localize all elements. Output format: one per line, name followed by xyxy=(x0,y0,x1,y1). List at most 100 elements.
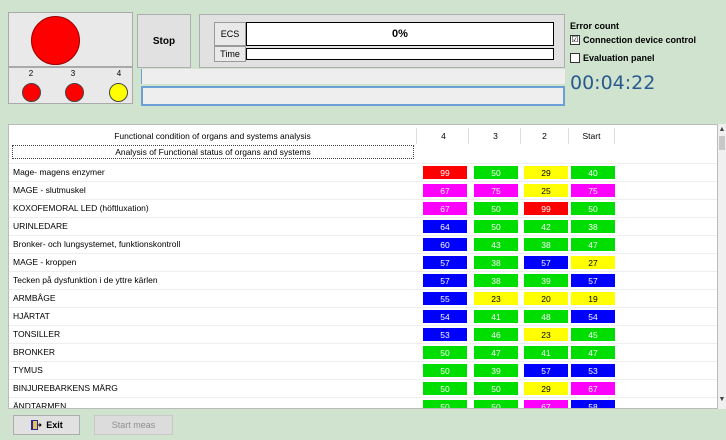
led-label-4: 4 xyxy=(116,69,122,78)
error-count-title: Error count xyxy=(570,21,620,31)
table-row[interactable]: MAGE - slutmuskel 67 75 25 75 xyxy=(9,181,717,199)
value-cell-2: 20 xyxy=(524,292,568,305)
value-cell-start: 57 xyxy=(571,274,615,287)
row-label: MAGE - slutmuskel xyxy=(13,185,86,195)
value-cell-2: 67 xyxy=(524,400,568,408)
value-cell-4: 54 xyxy=(423,310,467,323)
led-2-icon xyxy=(22,83,41,102)
table-title: Functional condition of organs and syste… xyxy=(9,128,417,144)
value-cell-3: 38 xyxy=(474,256,518,269)
scroll-thumb[interactable] xyxy=(719,136,725,150)
value-cell-4: 50 xyxy=(423,382,467,395)
value-cell-start: 38 xyxy=(571,220,615,233)
value-cell-2: 39 xyxy=(524,274,568,287)
value-cell-3: 39 xyxy=(474,364,518,377)
checkbox-unchecked-icon xyxy=(570,53,580,63)
scroll-down-arrow-icon[interactable]: ▼ xyxy=(718,396,726,403)
stop-button[interactable]: Stop xyxy=(137,14,191,68)
value-cell-2: 25 xyxy=(524,184,568,197)
value-cell-2: 29 xyxy=(524,382,568,395)
value-cell-2: 57 xyxy=(524,364,568,377)
analysis-table: Functional condition of organs and syste… xyxy=(8,124,718,409)
table-row[interactable]: Mage- magens enzymer 99 50 29 40 xyxy=(9,163,717,181)
main-status-led-icon xyxy=(31,16,80,65)
row-label: HJÄRTAT xyxy=(13,311,50,321)
table-scrollbar[interactable]: ▲ ▼ xyxy=(718,124,726,409)
value-cell-2: 99 xyxy=(524,202,568,215)
row-label: TYMUS xyxy=(13,365,43,375)
table-row[interactable]: URINLEDARE 64 50 42 38 xyxy=(9,217,717,235)
led-4-icon xyxy=(109,83,128,102)
table-row[interactable]: TONSILLER 53 46 23 45 xyxy=(9,325,717,343)
column-header-2[interactable]: 2 xyxy=(521,128,569,144)
table-row[interactable]: BINJUREBARKENS MÄRG 50 50 29 67 xyxy=(9,379,717,397)
value-cell-start: 54 xyxy=(571,310,615,323)
table-row[interactable]: ÄNDTARMEN 50 50 67 58 xyxy=(9,397,717,408)
time-progress-bar xyxy=(246,48,554,60)
value-cell-2: 23 xyxy=(524,328,568,341)
value-cell-2: 42 xyxy=(524,220,568,233)
value-cell-3: 47 xyxy=(474,346,518,359)
connection-device-control-checkbox[interactable]: ☑ Connection device control xyxy=(570,35,696,45)
table-row[interactable]: TYMUS 50 39 57 53 xyxy=(9,361,717,379)
value-cell-4: 99 xyxy=(423,166,467,179)
connection-device-control-label: Connection device control xyxy=(583,35,697,45)
row-label: MAGE - kroppen xyxy=(13,257,77,267)
row-label: URINLEDARE xyxy=(13,221,68,231)
table-row[interactable]: Tecken på dysfunktion i de yttre kärlen 5… xyxy=(9,271,717,289)
time-label: Time xyxy=(214,46,246,62)
table-row[interactable]: HJÄRTAT 54 41 48 54 xyxy=(9,307,717,325)
evaluation-panel-label: Evaluation panel xyxy=(583,53,655,63)
value-cell-start: 67 xyxy=(571,382,615,395)
value-cell-start: 58 xyxy=(571,400,615,408)
status-message-box xyxy=(141,86,565,106)
scroll-up-arrow-icon[interactable]: ▲ xyxy=(718,126,726,133)
value-cell-start: 75 xyxy=(571,184,615,197)
column-header-4[interactable]: 4 xyxy=(419,128,469,144)
table-row[interactable]: Bronker- och lungsystemet, funktionskont… xyxy=(9,235,717,253)
column-header-start[interactable]: Start xyxy=(569,128,615,144)
value-cell-3: 41 xyxy=(474,310,518,323)
checkbox-checked-icon: ☑ xyxy=(570,35,580,45)
row-label: BINJUREBARKENS MÄRG xyxy=(13,383,118,393)
led-3-icon xyxy=(65,83,84,102)
exit-button[interactable]: Exit xyxy=(13,415,80,435)
column-header-3[interactable]: 3 xyxy=(471,128,521,144)
value-cell-start: 45 xyxy=(571,328,615,341)
value-cell-3: 50 xyxy=(474,166,518,179)
ecs-progress-value: 0% xyxy=(246,22,554,46)
value-cell-start: 50 xyxy=(571,202,615,215)
value-cell-start: 19 xyxy=(571,292,615,305)
status-message-line xyxy=(141,69,565,84)
table-row[interactable]: KOXOFEMORAL LED (höftluxation) 67 50 99 50 xyxy=(9,199,717,217)
value-cell-4: 50 xyxy=(423,400,467,408)
value-cell-3: 75 xyxy=(474,184,518,197)
value-cell-4: 67 xyxy=(423,202,467,215)
value-cell-4: 50 xyxy=(423,346,467,359)
table-row[interactable]: BRONKER 50 47 41 47 xyxy=(9,343,717,361)
evaluation-panel-checkbox[interactable]: Evaluation panel xyxy=(570,53,655,63)
value-cell-3: 23 xyxy=(474,292,518,305)
value-cell-3: 43 xyxy=(474,238,518,251)
value-cell-2: 38 xyxy=(524,238,568,251)
top-panel: 2 3 4 Stop ECS 0% Time Error count ☑ Con… xyxy=(0,0,726,124)
row-label: Tecken på dysfunktion i de yttre kärlen xyxy=(13,275,158,285)
row-label: KOXOFEMORAL LED (höftluxation) xyxy=(13,203,149,213)
row-label: Mage- magens enzymer xyxy=(13,167,105,177)
row-label: Bronker- och lungsystemet, funktionskont… xyxy=(13,239,181,249)
table-row[interactable]: MAGE - kroppen 57 38 57 27 xyxy=(9,253,717,271)
start-measurement-button[interactable]: Start meas xyxy=(94,415,173,435)
ecs-panel: ECS 0% Time xyxy=(199,14,565,68)
exit-label: Exit xyxy=(46,420,63,430)
value-cell-4: 53 xyxy=(423,328,467,341)
bottom-toolbar: Exit Start meas xyxy=(0,409,726,440)
value-cell-2: 48 xyxy=(524,310,568,323)
main-indicator-panel xyxy=(8,12,133,67)
value-cell-4: 57 xyxy=(423,274,467,287)
value-cell-4: 55 xyxy=(423,292,467,305)
led-label-3: 3 xyxy=(70,69,76,78)
value-cell-start: 40 xyxy=(571,166,615,179)
value-cell-3: 50 xyxy=(474,400,518,408)
value-cell-start: 47 xyxy=(571,238,615,251)
table-row[interactable]: ARMBÅGE 55 23 20 19 xyxy=(9,289,717,307)
